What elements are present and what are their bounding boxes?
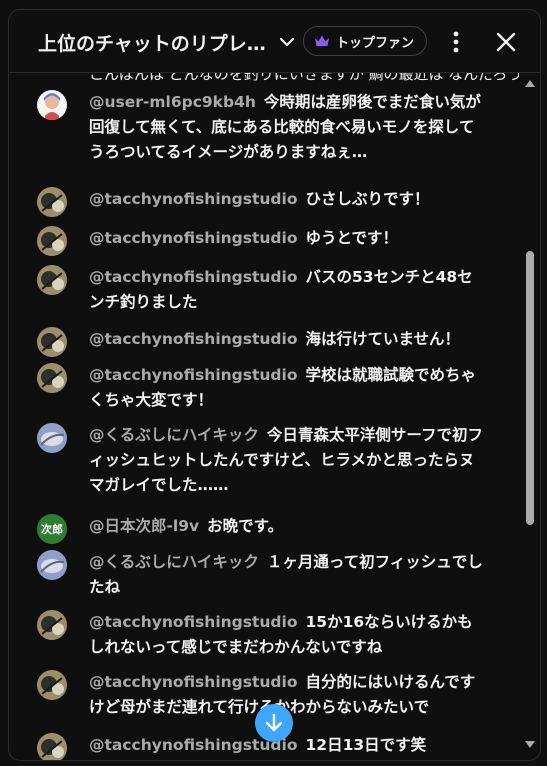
avatar[interactable] [37,226,67,256]
chevron-down-icon[interactable] [277,32,297,52]
chat-message: @tacchynofishingstudio 海は行けていません！ [37,327,487,357]
top-fan-label: トップファン [336,35,415,51]
live-chat-replay-panel: 上位のチャットのリプレ… トップファン こんばんは どんなのを釣りにいきますか … [8,9,541,761]
chat-author[interactable]: @user-ml6pc9kb4h [89,93,256,111]
scroll-down-arrow-icon[interactable] [524,740,536,750]
chat-message: @user-ml6pc9kb4h 今時期は産卵後でまだ食い気が回復して無くて、底に… [37,90,487,165]
chat-author[interactable]: @tacchynofishingstudio [89,229,298,247]
crown-icon [315,35,329,46]
scroll-up-arrow-icon[interactable] [524,78,536,88]
chat-text: お晩です。 [207,517,284,535]
avatar[interactable] [37,733,67,760]
avatar[interactable] [37,265,67,295]
chat-message: @tacchynofishingstudio ひさしぶりです！ [37,187,487,217]
avatar[interactable]: 次郎 [37,514,67,544]
close-icon[interactable] [495,31,517,53]
chat-author[interactable]: @tacchynofishingstudio [89,330,298,348]
chat-scrollbar[interactable] [519,72,540,760]
chat-message: @tacchynofishingstudio バスの53センチと48センチ釣りまし… [37,265,487,315]
chat-author[interactable]: @tacchynofishingstudio [89,190,298,208]
chat-text: ゆうとです！ [305,229,399,247]
avatar[interactable] [37,187,67,217]
chat-message: @くるぶしにハイキック 今日青森太平洋側サーフで初フィッシュヒットしたんですけど、… [37,423,487,498]
avatar[interactable] [37,363,67,393]
avatar[interactable] [37,670,67,700]
chat-mode-title[interactable]: 上位のチャットのリプレ… [38,29,266,56]
chat-header: 上位のチャットのリプレ… トップファン [9,10,540,73]
partially-scrolled-message: こんばんは どんなのを釣りにいきますか 鯛の最近は なんだろう [89,72,519,83]
chat-author[interactable]: @くるぶしにハイキック [89,426,259,444]
chat-author[interactable]: @tacchynofishingstudio [89,366,298,384]
chat-text: ひさしぶりです！ [305,190,430,208]
chat-message-list: こんばんは どんなのを釣りにいきますか 鯛の最近は なんだろう @user-ml… [9,72,519,760]
avatar[interactable] [37,550,67,580]
avatar[interactable] [37,327,67,357]
more-vert-icon[interactable] [446,29,466,55]
scrollbar-thumb[interactable] [526,251,534,525]
scroll-to-latest-button[interactable] [255,704,293,742]
chat-author[interactable]: @tacchynofishingstudio [89,613,298,631]
top-fan-chip[interactable]: トップファン [303,26,428,56]
avatar-label: 次郎 [41,523,63,536]
chat-author[interactable]: @くるぶしにハイキック [89,553,259,571]
chat-message: 次郎 @日本次郎-l9v お晩です。 [37,514,487,544]
chat-text: 12日13日です笑 [305,736,427,754]
avatar[interactable] [37,90,67,120]
chat-author[interactable]: @tacchynofishingstudio [89,673,298,691]
avatar[interactable] [37,610,67,640]
chat-text: 海は行けていません！ [305,330,461,348]
chat-message: @tacchynofishingstudio 学校は就職試験でめちゃくちゃ大変です… [37,363,487,413]
chat-message: @tacchynofishingstudio 15か16ならいけるかもしれないって… [37,610,487,660]
chat-author[interactable]: @tacchynofishingstudio [89,268,298,286]
chat-message: @くるぶしにハイキック １ヶ月通って初フィッシュでしたね [37,550,487,600]
chat-author[interactable]: @日本次郎-l9v [89,517,199,535]
arrow-down-icon [265,713,283,732]
chat-message: @tacchynofishingstudio ゆうとです！ [37,226,487,256]
avatar[interactable] [37,423,67,453]
